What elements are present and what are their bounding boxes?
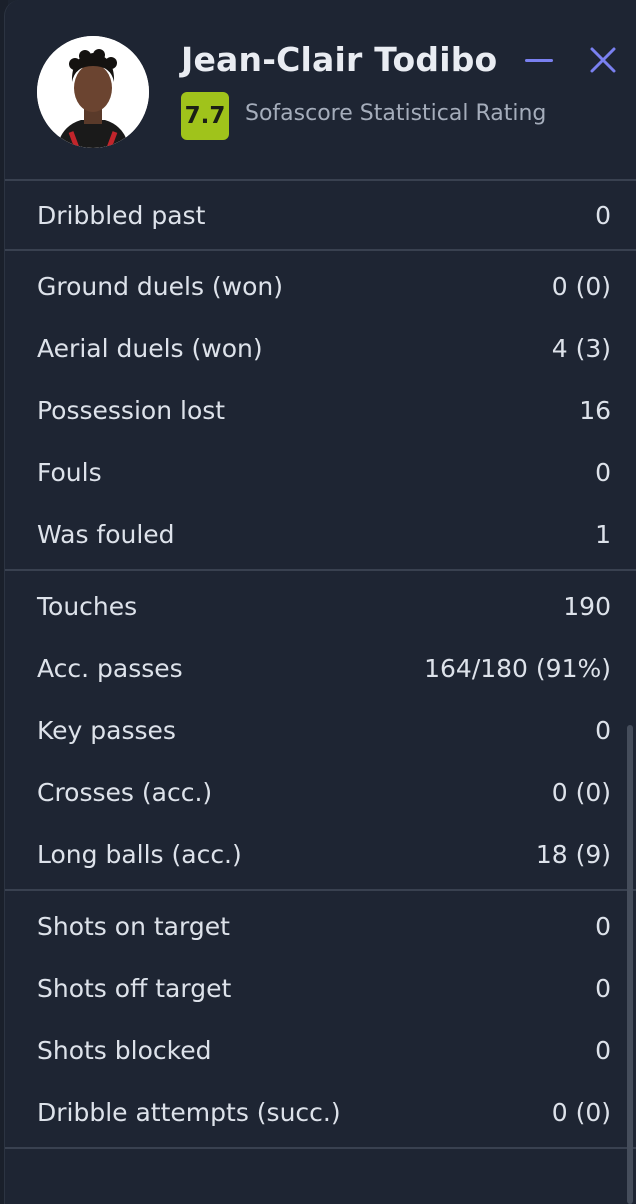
stat-value: 190: [563, 591, 611, 621]
stat-value: 0: [595, 973, 611, 1003]
player-photo-icon: [37, 36, 149, 148]
stat-label: Possession lost: [37, 395, 226, 425]
stat-row: Ground duels (won) 0 (0): [5, 255, 636, 317]
stat-value: 4 (3): [551, 333, 611, 363]
stat-row: Was fouled 1: [5, 503, 636, 565]
stat-value: 0 (0): [551, 777, 611, 807]
close-icon[interactable]: [585, 42, 621, 78]
stat-value: 0: [595, 715, 611, 745]
stat-value: 164/180 (91%): [424, 653, 611, 683]
player-stats-panel: Jean-Clair Todibo 7.7 Sofascore Statisti…: [4, 0, 636, 1204]
stat-value: 18 (9): [535, 839, 611, 869]
rating-label: Sofascore Statistical Rating: [245, 101, 547, 126]
stat-value: 1: [595, 519, 611, 549]
stat-label: Aerial duels (won): [37, 333, 263, 363]
stat-label: Key passes: [37, 715, 176, 745]
stat-group: Dribbled past 0: [5, 181, 636, 251]
rating-badge: 7.7: [181, 92, 229, 140]
stat-label: Crosses (acc.): [37, 777, 213, 807]
stat-value: 16: [579, 395, 611, 425]
player-name: Jean-Clair Todibo: [181, 40, 498, 79]
stat-group: Ground duels (won) 0 (0) Aerial duels (won…: [5, 251, 636, 571]
stats-list: Dribbled past 0 Ground duels (won) 0 (0) Aer…: [5, 181, 636, 1149]
stat-group: Touches 190 Acc. passes 164/180 (91%) Key pa…: [5, 571, 636, 891]
stat-label: Touches: [37, 591, 138, 621]
stat-label: Shots on target: [37, 911, 230, 941]
stat-value: 0: [595, 457, 611, 487]
stat-row: Touches 190: [5, 575, 636, 637]
scrollbar[interactable]: [627, 725, 633, 1204]
stat-row: Shots blocked 0: [5, 1019, 636, 1081]
stat-group: Shots on target 0 Shots off target 0 Shots b…: [5, 891, 636, 1149]
stat-row: Dribbled past 0: [5, 185, 636, 245]
stat-row: Aerial duels (won) 4 (3): [5, 317, 636, 379]
stat-label: Dribbled past: [37, 200, 206, 230]
stat-value: 0 (0): [551, 271, 611, 301]
stat-row: Shots off target 0: [5, 957, 636, 1019]
stat-label: Was fouled: [37, 519, 175, 549]
panel-header: Jean-Clair Todibo 7.7 Sofascore Statisti…: [5, 0, 636, 181]
stat-row: Shots on target 0: [5, 895, 636, 957]
stat-row: Possession lost 16: [5, 379, 636, 441]
stat-label: Shots blocked: [37, 1035, 212, 1065]
stat-value: 0 (0): [551, 1097, 611, 1127]
stat-label: Fouls: [37, 457, 102, 487]
stat-label: Ground duels (won): [37, 271, 284, 301]
stat-row: Key passes 0: [5, 699, 636, 761]
stat-row: Acc. passes 164/180 (91%): [5, 637, 636, 699]
stat-label: Acc. passes: [37, 653, 183, 683]
stat-row: Dribble attempts (succ.) 0 (0): [5, 1081, 636, 1143]
minimize-icon[interactable]: [519, 44, 555, 80]
stat-value: 0: [595, 1035, 611, 1065]
stat-value: 0: [595, 200, 611, 230]
stat-row: Crosses (acc.) 0 (0): [5, 761, 636, 823]
stat-row: Fouls 0: [5, 441, 636, 503]
stat-label: Shots off target: [37, 973, 232, 1003]
stat-value: 0: [595, 911, 611, 941]
stat-label: Long balls (acc.): [37, 839, 242, 869]
stat-row: Long balls (acc.) 18 (9): [5, 823, 636, 885]
player-avatar: [37, 36, 149, 148]
stat-label: Dribble attempts (succ.): [37, 1097, 341, 1127]
